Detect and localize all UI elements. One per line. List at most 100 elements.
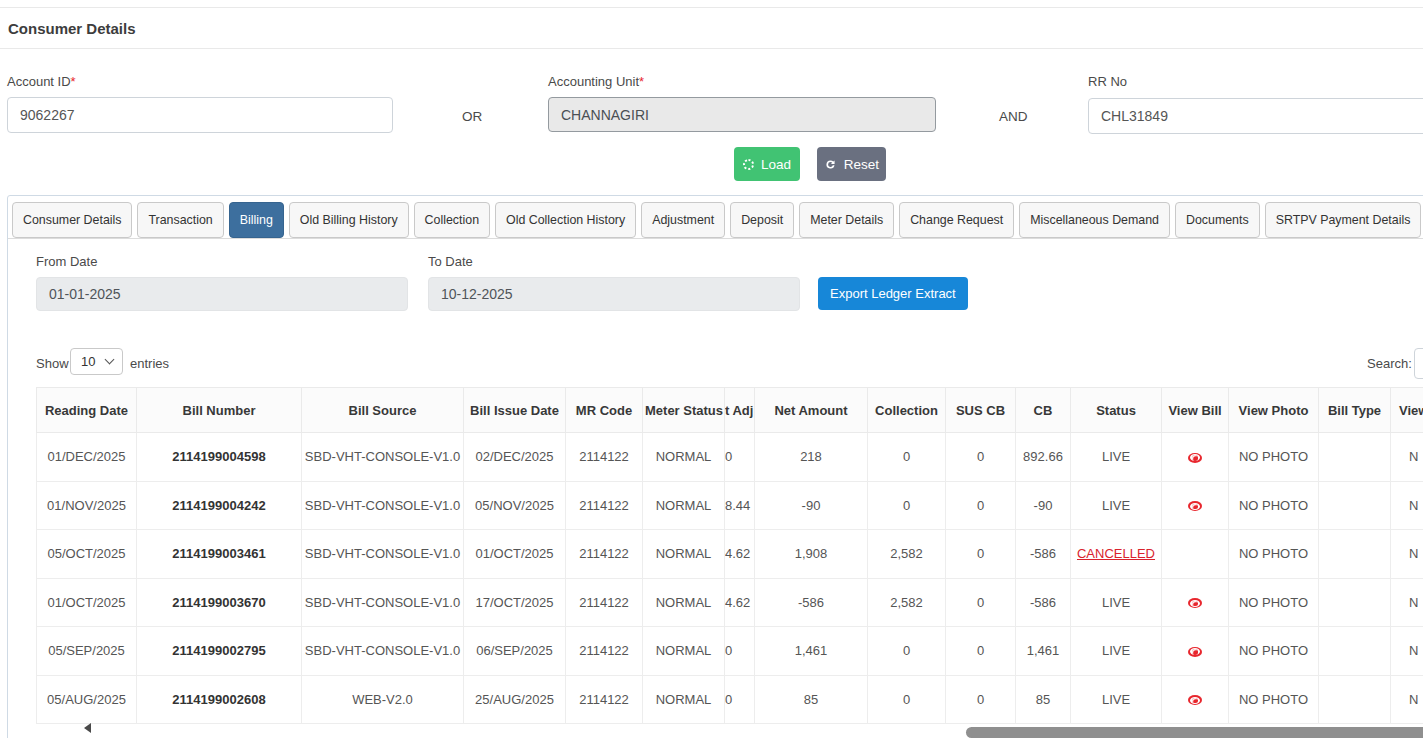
col-header-cb[interactable]: CB [1016,388,1071,433]
view-bill-eye-icon[interactable] [1188,453,1202,463]
cell-collection: 0 [868,627,946,676]
from-date-input[interactable]: 01-01-2025 [36,277,408,311]
cell-sus-cb: 0 [946,675,1016,724]
cell-net-amount: 218 [755,433,868,482]
col-header-bill_number[interactable]: Bill Number [137,388,302,433]
cell-collection: 0 [868,481,946,530]
tab-deposit[interactable]: Deposit [730,202,794,238]
or-text: OR [462,109,482,124]
cell-view-photo: NO PHOTO [1229,433,1319,482]
cell-bill-number: 2114199003461 [137,530,302,579]
scrollbar-left-arrow[interactable] [84,723,91,733]
cell-bill-source: SBD-VHT-CONSOLE-V1.0 [302,433,464,482]
view-bill-eye-icon[interactable] [1188,501,1202,511]
tab-collection[interactable]: Collection [414,202,490,238]
cell-meter-status: NORMAL [643,578,725,627]
rr-no-label: RR No [1088,74,1127,89]
cell-bill-source: SBD-VHT-CONSOLE-V1.0 [302,481,464,530]
cell-net-amount: -586 [755,578,868,627]
rr-no-input[interactable] [1088,98,1423,134]
tab-consumer-details[interactable]: Consumer Details [12,202,132,238]
cell-view-bill [1162,481,1229,530]
to-date-input[interactable]: 10-12-2025 [428,277,800,311]
cell-collection: 2,582 [868,530,946,579]
export-ledger-extract-button[interactable]: Export Ledger Extract [818,277,968,310]
cell-bill-source: SBD-VHT-CONSOLE-V1.0 [302,578,464,627]
cell-mr-code: 2114122 [566,481,643,530]
reset-button[interactable]: Reset [817,147,886,181]
cell-view-bill [1162,530,1229,579]
col-header-collection[interactable]: Collection [868,388,946,433]
search-input[interactable] [1414,348,1423,379]
col-header-mr_code[interactable]: MR Code [566,388,643,433]
cell-bill-number: 2114199002608 [137,675,302,724]
cell-sus-cb: 0 [946,627,1016,676]
table-row: 01/NOV/20252114199004242SBD-VHT-CONSOLE-… [37,481,1423,530]
cell-adj: 0 [725,627,755,676]
col-header-bill_source[interactable]: Bill Source [302,388,464,433]
tab-old-billing-history[interactable]: Old Billing History [289,202,409,238]
cell-view-photo: NO PHOTO [1229,530,1319,579]
table-header-row: Reading DateBill NumberBill SourceBill I… [37,388,1423,433]
cell-status: LIVE [1071,627,1162,676]
tab-adjustment[interactable]: Adjustment [641,202,725,238]
cell-status: LIVE [1071,481,1162,530]
cell-adj: 8.44 [725,481,755,530]
col-header-status[interactable]: Status [1071,388,1162,433]
accounting-unit-label: Accounting Unit* [548,74,644,89]
col-header-adj[interactable]: t Adj [725,388,755,433]
view-bill-eye-icon[interactable] [1188,647,1202,657]
cell-cb: -586 [1016,578,1071,627]
cell-mr-code: 2114122 [566,578,643,627]
col-header-net_amount[interactable]: Net Amount [755,388,868,433]
tab-change-request[interactable]: Change Request [899,202,1014,238]
horizontal-scrollbar-thumb[interactable] [966,727,1423,738]
tab-old-collection-history[interactable]: Old Collection History [495,202,636,238]
col-header-meter_status[interactable]: Meter Status [643,388,725,433]
accounting-unit-input[interactable] [548,97,936,132]
cell-cb: 1,461 [1016,627,1071,676]
account-id-input[interactable] [7,97,393,133]
col-header-sus_cb[interactable]: SUS CB [946,388,1016,433]
col-header-bill_type[interactable]: Bill Type [1319,388,1391,433]
tab-billing[interactable]: Billing [229,202,284,238]
cell-view-bill [1162,433,1229,482]
cell-bill-source: WEB-V2.0 [302,675,464,724]
col-header-view_photo[interactable]: View Photo [1229,388,1319,433]
cell-sus-cb: 0 [946,481,1016,530]
load-button[interactable]: Load [734,147,800,181]
cell-view-more: N [1391,530,1423,579]
cell-bill-type [1319,481,1391,530]
tab-meter-details[interactable]: Meter Details [799,202,894,238]
tab-srtpv-payment-details[interactable]: SRTPV Payment Details [1265,202,1422,238]
cell-bill-source: SBD-VHT-CONSOLE-V1.0 [302,530,464,579]
cell-cb: 892.66 [1016,433,1071,482]
page-size-select[interactable]: 10 [70,348,123,375]
cell-bill-type [1319,530,1391,579]
cell-net-amount: 85 [755,675,868,724]
cell-bill-issue-date: 06/SEP/2025 [464,627,566,676]
cell-bill-issue-date: 17/OCT/2025 [464,578,566,627]
title-divider [0,48,1423,49]
cell-bill-issue-date: 02/DEC/2025 [464,433,566,482]
cell-view-bill [1162,578,1229,627]
tab-documents[interactable]: Documents [1175,202,1260,238]
tab-bar: Consumer DetailsTransactionBillingOld Bi… [7,202,1423,239]
view-bill-eye-icon[interactable] [1188,598,1202,608]
col-header-bill_issue_date[interactable]: Bill Issue Date [464,388,566,433]
col-header-reading_date[interactable]: Reading Date [37,388,137,433]
view-bill-eye-icon[interactable] [1188,695,1202,705]
cell-meter-status: NORMAL [643,433,725,482]
col-header-view_more[interactable]: View [1391,388,1423,433]
cell-view-bill [1162,675,1229,724]
tab-transaction[interactable]: Transaction [137,202,223,238]
col-header-view_bill[interactable]: View Bill [1162,388,1229,433]
page-title: Consumer Details [8,20,136,37]
cell-reading-date: 05/OCT/2025 [37,530,137,579]
cell-net-amount: 1,908 [755,530,868,579]
from-date-label: From Date [36,254,97,269]
cell-meter-status: NORMAL [643,627,725,676]
cell-status[interactable]: CANCELLED [1071,530,1162,579]
show-label: Show [36,356,69,371]
tab-miscellaneous-demand[interactable]: Miscellaneous Demand [1019,202,1170,238]
